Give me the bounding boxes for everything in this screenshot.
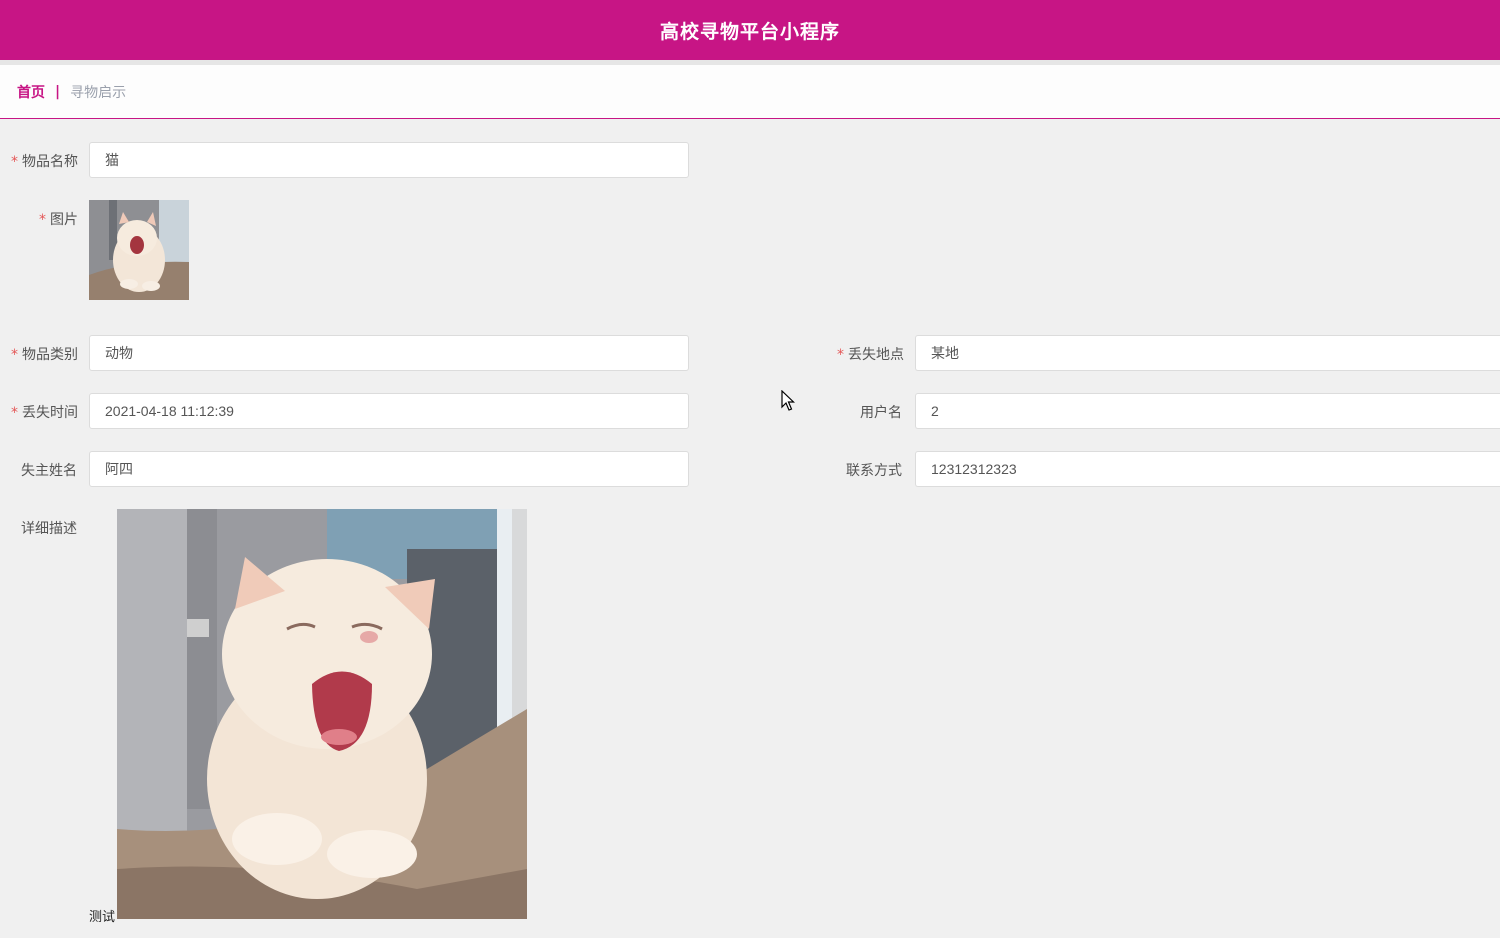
owner-name-label: 失主姓名 (21, 460, 77, 480)
app-header: 高校寻物平台小程序 (0, 0, 1500, 60)
cat-photo-icon (117, 509, 527, 919)
username-value: 2 (931, 403, 939, 419)
category-label-text: 物品类别 (22, 347, 78, 363)
required-mark: * (11, 154, 18, 170)
breadcrumb-home-link[interactable]: 首页 (17, 82, 45, 102)
description-label-text: 详细描述 (21, 521, 77, 537)
image-label-text: 图片 (50, 212, 78, 228)
item-name-value: 猫 (105, 152, 119, 168)
description-image (117, 509, 527, 919)
description-label: 详细描述 (21, 518, 77, 538)
username-label-text: 用户名 (860, 405, 902, 421)
image-label: * 图片 (39, 209, 78, 229)
contact-label-text: 联系方式 (846, 463, 902, 479)
lost-time-label: * 丢失时间 (11, 402, 78, 422)
owner-name-label-text: 失主姓名 (21, 463, 77, 479)
description-text: 测试 (89, 910, 116, 925)
username-field[interactable]: 2 (915, 393, 1500, 429)
required-mark: * (11, 405, 18, 421)
required-mark: * (39, 212, 46, 228)
lost-time-label-text: 丢失时间 (22, 405, 78, 421)
category-label: * 物品类别 (11, 344, 78, 364)
lost-time-value: 2021-04-18 11:12:39 (105, 403, 234, 419)
contact-field[interactable]: 12312312323 (915, 451, 1500, 487)
lost-place-value: 某地 (931, 345, 959, 361)
category-field[interactable]: 动物 (89, 335, 689, 371)
lost-place-label: * 丢失地点 (837, 344, 904, 364)
breadcrumb-separator: | (55, 83, 61, 100)
app-title: 高校寻物平台小程序 (659, 20, 840, 43)
owner-name-value: 阿四 (105, 461, 133, 477)
lost-time-field[interactable]: 2021-04-18 11:12:39 (89, 393, 689, 429)
contact-label: 联系方式 (846, 460, 902, 480)
username-label: 用户名 (860, 402, 902, 422)
contact-value: 12312312323 (931, 461, 1017, 477)
required-mark: * (837, 347, 844, 363)
item-name-label: * 物品名称 (11, 151, 78, 171)
owner-name-field[interactable]: 阿四 (89, 451, 689, 487)
item-image-thumbnail[interactable] (89, 200, 189, 300)
mouse-cursor-icon (781, 390, 795, 411)
lost-place-field[interactable]: 某地 (915, 335, 1500, 371)
item-name-field[interactable]: 猫 (89, 142, 689, 178)
required-mark: * (11, 347, 18, 363)
item-name-label-text: 物品名称 (22, 154, 78, 170)
lost-place-label-text: 丢失地点 (848, 347, 904, 363)
breadcrumb: 首页 | 寻物启示 (0, 65, 1500, 119)
category-value: 动物 (105, 345, 133, 361)
breadcrumb-current: 寻物启示 (70, 84, 127, 101)
cat-photo-icon (89, 200, 189, 300)
